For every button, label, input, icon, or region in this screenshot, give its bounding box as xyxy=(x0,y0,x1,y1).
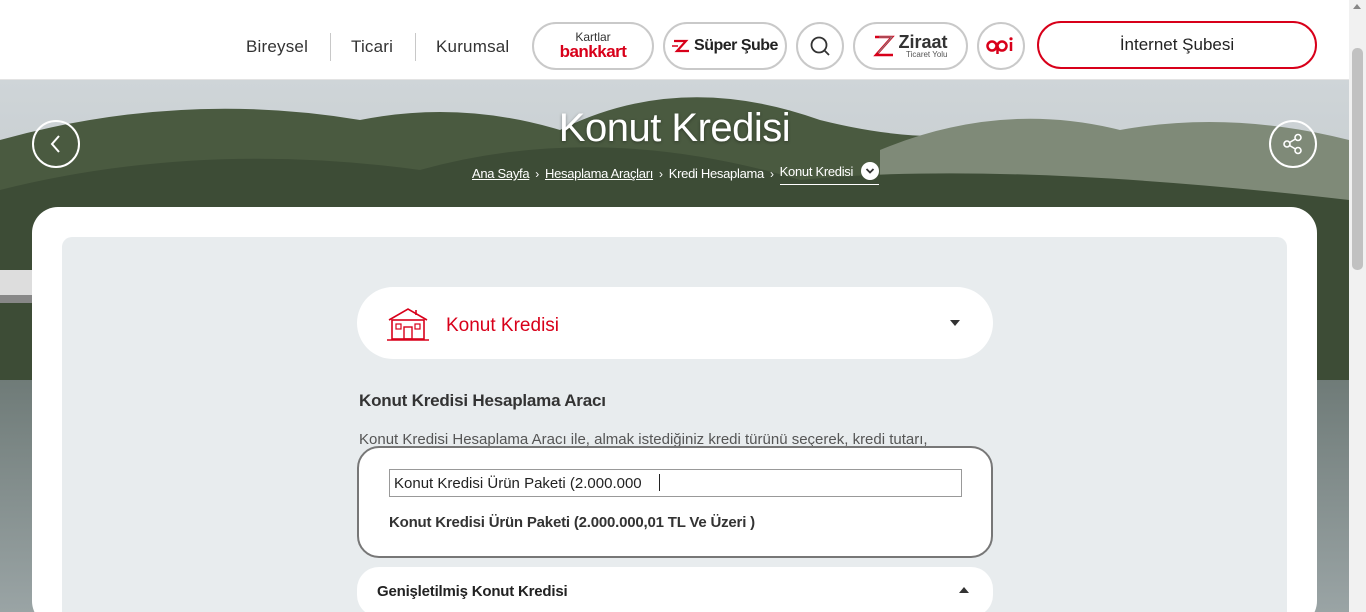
breadcrumb-ana-sayfa[interactable]: Ana Sayfa xyxy=(472,166,530,181)
dropdown-option[interactable]: Konut Kredisi Ürün Paketi (2.000.000,01 … xyxy=(389,514,755,531)
product-select-label: Konut Kredisi xyxy=(446,315,560,336)
breadcrumb-chevron-icon: › xyxy=(769,166,774,181)
scroll-up-arrow-icon[interactable] xyxy=(1353,4,1361,9)
scrollbar-thumb[interactable] xyxy=(1352,48,1363,270)
text-caret xyxy=(659,474,660,491)
breadcrumb: Ana Sayfa › Hesaplama Araçları › Kredi H… xyxy=(472,162,880,185)
api-button[interactable] xyxy=(977,22,1025,70)
breadcrumb-current[interactable]: Konut Kredisi xyxy=(779,162,880,185)
share-button[interactable] xyxy=(1269,120,1317,168)
nav-bireysel[interactable]: Bireysel xyxy=(246,37,308,57)
super-sube-button[interactable]: Süper Şube xyxy=(663,22,787,70)
ziraat-ticaret-yolu-button[interactable]: Ziraat Ticaret Yolu xyxy=(853,22,968,70)
credit-type-search-input[interactable] xyxy=(389,469,962,497)
page-scrollbar[interactable] xyxy=(1349,0,1366,612)
genisletilmis-accordion[interactable]: Genişletilmiş Konut Kredisi xyxy=(357,567,993,612)
accordion-label: Genişletilmiş Konut Kredisi xyxy=(377,583,568,600)
super-sube-logo-icon xyxy=(672,39,690,53)
section-description: Konut Kredisi Hesaplama Aracı ile, almak… xyxy=(359,431,928,447)
credit-type-dropdown: Konut Kredisi Ürün Paketi (2.000.000,01 … xyxy=(357,446,993,558)
api-logo-icon xyxy=(986,37,1013,54)
ziraat-logo-icon xyxy=(873,35,896,57)
internet-subesi-button[interactable]: İnternet Şubesi xyxy=(1037,21,1317,69)
top-header: Bireysel Ticari Kurumsal Kartlar bankkar… xyxy=(0,0,1349,80)
nav-divider xyxy=(415,33,416,61)
breadcrumb-kredi-hesaplama[interactable]: Kredi Hesaplama xyxy=(669,166,765,181)
bankkart-button[interactable]: Kartlar bankkart xyxy=(532,22,654,70)
product-select[interactable]: Konut Kredisi xyxy=(357,287,993,359)
house-icon xyxy=(387,308,429,341)
section-title: Konut Kredisi Hesaplama Aracı xyxy=(359,391,606,410)
chevron-left-icon xyxy=(50,135,60,153)
share-icon xyxy=(1283,133,1302,155)
caret-up-icon xyxy=(959,587,969,593)
back-button[interactable] xyxy=(32,120,80,168)
breadcrumb-current-label: Konut Kredisi xyxy=(779,163,854,179)
breadcrumb-hesaplama-araclari[interactable]: Hesaplama Araçları xyxy=(545,166,653,181)
nav-ticari[interactable]: Ticari xyxy=(351,37,393,57)
ziraat-label: Ziraat xyxy=(898,31,948,52)
breadcrumb-chevron-icon: › xyxy=(535,166,539,181)
breadcrumb-chevron-icon: › xyxy=(659,166,663,181)
bankkart-logo-text: bankkart xyxy=(559,42,627,61)
nav-divider xyxy=(330,33,331,61)
ziraat-sublabel: Ticaret Yolu xyxy=(906,49,948,59)
super-sube-label: Süper Şube xyxy=(694,37,778,54)
page-title: Konut Kredisi xyxy=(558,106,791,150)
search-icon xyxy=(810,36,830,56)
caret-down-icon xyxy=(950,320,960,326)
breadcrumb-dropdown-button[interactable] xyxy=(861,162,880,180)
chevron-down-icon xyxy=(865,168,875,174)
search-button[interactable] xyxy=(796,22,844,70)
nav-kurumsal[interactable]: Kurumsal xyxy=(436,37,509,57)
